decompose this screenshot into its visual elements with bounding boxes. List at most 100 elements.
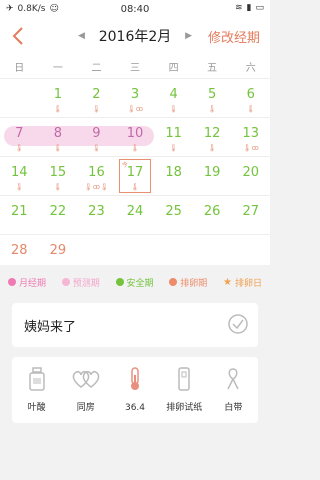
tool-label: 36.4 xyxy=(124,403,146,413)
day-cell[interactable]: 2 🌡 xyxy=(77,79,116,117)
next-month-icon[interactable]: ▶ xyxy=(185,31,192,41)
day-number: 18 xyxy=(165,165,182,180)
thermometer-icon: 🌡 xyxy=(92,105,101,113)
day-cell[interactable]: 10 🌡 xyxy=(116,118,155,156)
tool-temperature[interactable]: 36.4 xyxy=(110,357,159,423)
tool-label: 排卵试纸 xyxy=(166,403,203,413)
ovulation-dot-icon xyxy=(169,278,178,286)
day-cell[interactable]: 15 🌡 xyxy=(39,157,78,195)
week-row: 7 🌡 8 🌡 9 🌡 10 🌡 11 🌡 12 🌡 13 🌡ꝏ xyxy=(0,118,270,157)
thermometer-icon: 🌡 xyxy=(53,105,63,113)
thermometer-icon: 🌡 xyxy=(53,144,63,152)
tool-discharge[interactable]: 白带 xyxy=(209,357,258,423)
record-toolbar: 叶酸 同房 36.4 排卵试纸 白带 xyxy=(12,357,258,423)
day-cell[interactable]: 20 xyxy=(231,157,270,195)
day-number: 27 xyxy=(242,204,260,219)
day-cell[interactable]: 8 🌡 xyxy=(39,118,78,156)
status-bar: ✈ 0.8K/s ☺ 08:40 ≋ ▮ ▭ xyxy=(0,0,270,18)
day-number: 3 xyxy=(130,87,140,102)
day-cell[interactable]: 26 xyxy=(193,196,232,234)
day-number: 11 xyxy=(165,126,182,141)
day-cell[interactable]: 18 xyxy=(154,157,193,195)
day-cell[interactable]: 12 🌡 xyxy=(193,118,232,156)
day-number: 6 xyxy=(246,87,255,102)
tool-label: 同房 xyxy=(76,403,95,413)
legend-safe: 安全期 xyxy=(115,276,154,289)
thermometer-icon: 🌡 xyxy=(207,105,217,113)
day-cell[interactable]: 1 🌡 xyxy=(39,79,78,117)
day-number: 10 xyxy=(126,126,144,141)
signal-icon: ▮ xyxy=(246,3,252,13)
month-title: 2016年2月 xyxy=(98,29,172,45)
day-cell[interactable]: 4 🌡 xyxy=(154,79,193,117)
day-number: 20 xyxy=(242,165,260,180)
day-number: 5 xyxy=(208,87,217,102)
thermometer-icon: 🌡ꝏ xyxy=(242,144,259,152)
day-number: 23 xyxy=(88,204,105,219)
day-cell[interactable]: 22 xyxy=(39,196,78,234)
weekday-mon: 一 xyxy=(52,62,63,74)
thermometer-icon: 🌡 xyxy=(207,144,217,152)
day-cell[interactable]: 25 xyxy=(154,196,193,234)
day-cell[interactable]: 14 🌡 xyxy=(0,157,39,195)
day-number: 13 xyxy=(242,126,260,141)
day-cell[interactable]: 27 xyxy=(231,196,270,234)
day-cell-today[interactable]: 今 17 🌡 xyxy=(116,157,155,195)
hearts-icon xyxy=(72,371,100,388)
period-card[interactable]: 姨妈来了 xyxy=(12,303,258,347)
wifi-icon: ≋ xyxy=(234,3,243,13)
tool-label: 叶酸 xyxy=(27,403,46,413)
check-circle-icon[interactable] xyxy=(228,314,248,334)
day-cell[interactable]: 19 xyxy=(193,157,232,195)
day-number: 12 xyxy=(203,126,221,141)
day-cell[interactable]: 9 🌡 xyxy=(77,118,116,156)
day-number: 14 xyxy=(11,165,28,180)
day-number: 15 xyxy=(49,165,67,180)
edit-period-button[interactable]: 修改经期 xyxy=(208,27,260,46)
day-cell[interactable]: 11 🌡 xyxy=(154,118,193,156)
day-cell[interactable]: 16 🌡ꝏ🌡 xyxy=(77,157,116,195)
day-number: 2 xyxy=(92,87,101,102)
thermometer-icon: 🌡ꝏ🌡 xyxy=(83,183,109,191)
legend-label: 排卵日 xyxy=(234,278,262,289)
day-number: 29 xyxy=(49,243,67,258)
day-number: 16 xyxy=(88,165,105,180)
thermometer-icon: 🌡 xyxy=(130,183,140,191)
day-cell[interactable]: 6 🌡 xyxy=(231,79,270,117)
day-number: 25 xyxy=(165,204,182,219)
legend-label: 安全期 xyxy=(126,278,154,289)
tool-intimacy[interactable]: 同房 xyxy=(61,357,110,423)
prev-month-icon[interactable]: ◀ xyxy=(78,31,85,41)
day-number: 1 xyxy=(53,87,62,102)
legend-label: 预测期 xyxy=(72,278,100,289)
tool-folic-acid[interactable]: 叶酸 xyxy=(12,357,61,423)
day-number: 17 xyxy=(126,165,144,180)
bottle-icon xyxy=(28,367,45,391)
week-row: 14 🌡 15 🌡 16 🌡ꝏ🌡 今 17 🌡 18 19 20 xyxy=(0,157,270,196)
legend: 月经期 预测期 安全期 排卵期 ★ 排卵日 xyxy=(0,265,270,299)
calendar: 日 一 二 三 四 五 六 1 🌡 2 🌡 3 🌡ꝏ 4 🌡 5 🌡 6 🌡 7 🌡 8 🌡 9… xyxy=(0,54,270,265)
day-number: 7 xyxy=(15,126,24,141)
thermometer-icon: 🌡ꝏ xyxy=(127,105,144,113)
day-cell[interactable]: 5 🌡 xyxy=(193,79,232,117)
day-cell[interactable]: 24 xyxy=(116,196,155,234)
day-cell[interactable]: 3 🌡ꝏ xyxy=(116,79,155,117)
day-number: 22 xyxy=(49,204,67,219)
legend-label: 月经期 xyxy=(19,278,47,289)
thermometer-icon: 🌡 xyxy=(130,144,140,152)
day-number: 9 xyxy=(92,126,101,141)
back-icon[interactable] xyxy=(10,26,26,46)
ribbon-icon xyxy=(227,368,240,390)
thermometer-icon: 🌡 xyxy=(246,105,256,113)
thermometer-icon: 🌡 xyxy=(169,144,179,152)
day-number: 8 xyxy=(53,126,62,141)
tool-ovulation-test[interactable]: 排卵试纸 xyxy=(160,357,209,423)
day-cell[interactable]: 13 🌡ꝏ xyxy=(231,118,270,156)
day-cell[interactable]: 23 xyxy=(77,196,116,234)
week-row: 21 22 23 24 25 26 27 xyxy=(0,196,270,235)
day-cell[interactable]: 7 🌡 xyxy=(0,118,39,156)
weekday-sun: 日 xyxy=(14,62,25,74)
day-cell[interactable]: 21 xyxy=(0,196,39,234)
thermometer-icon: 🌡 xyxy=(14,183,24,191)
safe-dot-icon xyxy=(115,278,124,286)
